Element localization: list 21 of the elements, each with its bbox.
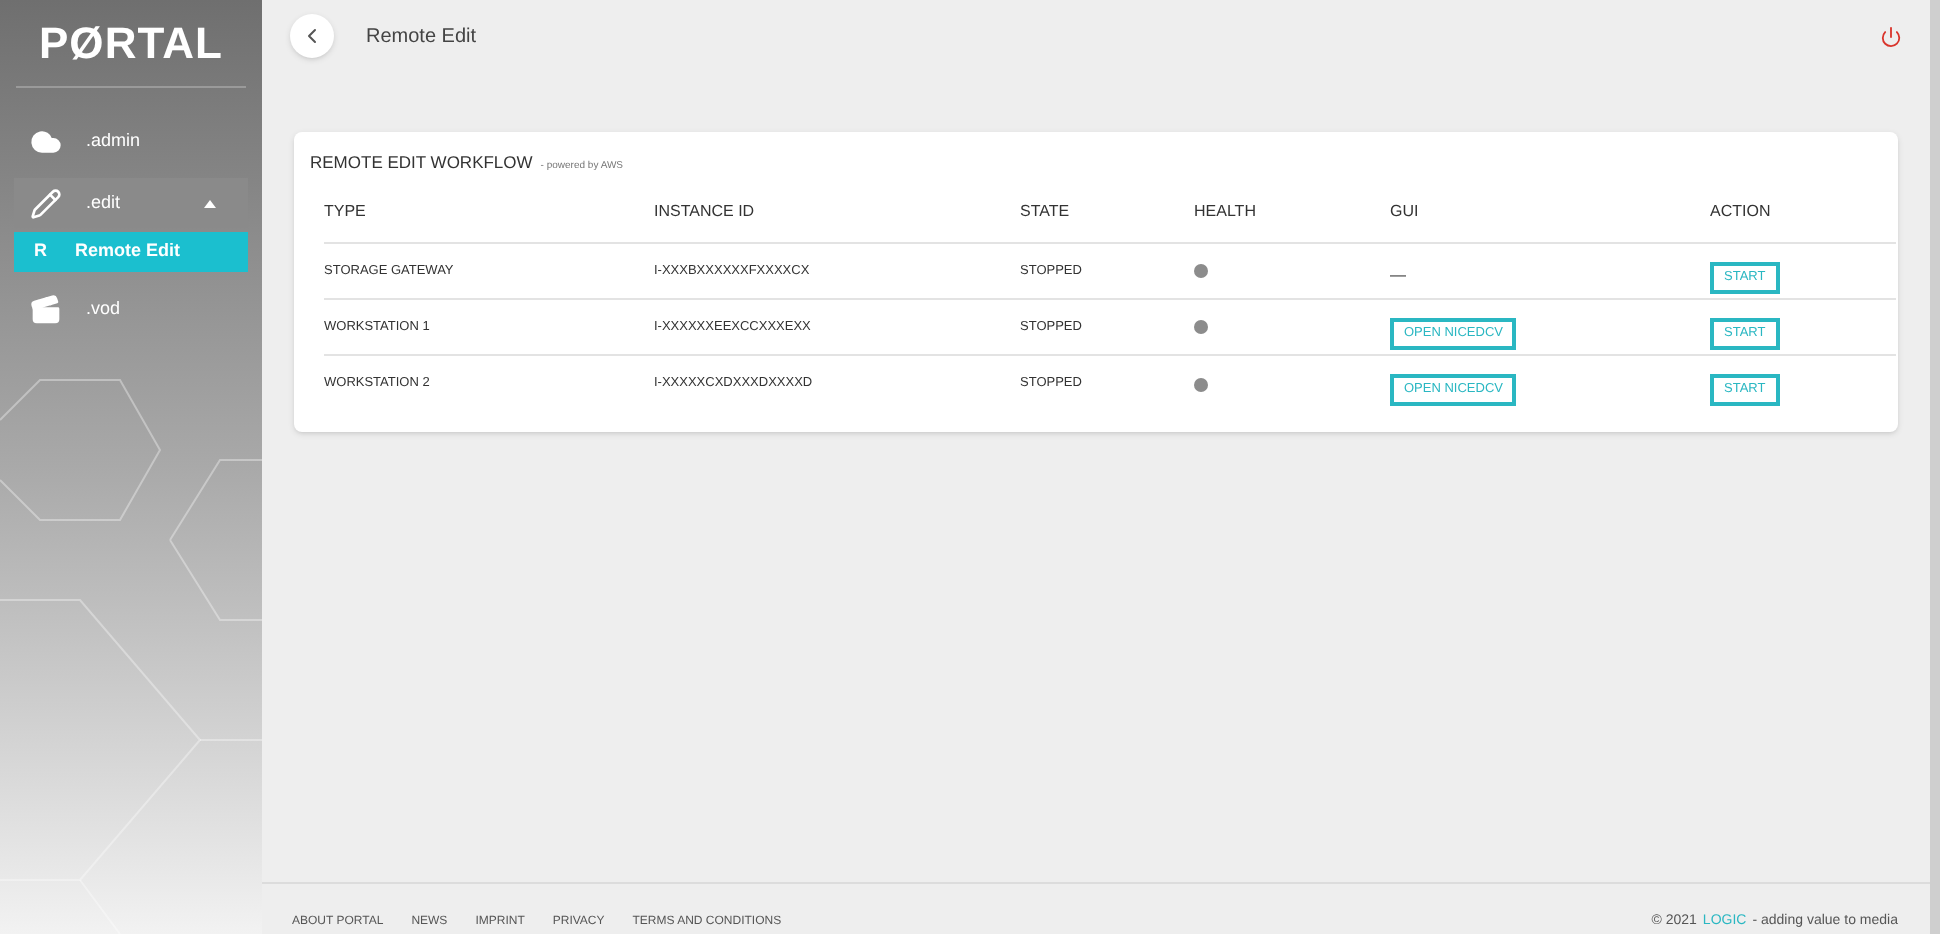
column-header: INSTANCE ID (654, 199, 1020, 244)
nav-item[interactable]: .vod (14, 284, 248, 334)
back-button[interactable] (290, 14, 334, 58)
nav-item[interactable]: .admin (14, 116, 248, 166)
cloud-icon (30, 125, 62, 157)
table-cell: — (1390, 265, 1406, 284)
clapperboard-icon (30, 293, 62, 325)
card-title: REMOTE EDIT WORKFLOW (310, 150, 533, 176)
column-header: HEALTH (1194, 199, 1390, 244)
item-label: Remote Edit (75, 238, 181, 265)
nav-subitem[interactable]: R Remote Edit (14, 232, 248, 272)
pencil-icon (30, 187, 62, 219)
column-header: ACTION (1710, 199, 1896, 244)
portal-logo: PØRTAL (38, 16, 224, 72)
column-header: STATE (1020, 199, 1194, 244)
column-header: TYPE (324, 199, 654, 244)
item-letter: R (34, 238, 47, 265)
column-header: GUI (1390, 199, 1710, 244)
page-title: Remote Edit (366, 23, 479, 51)
power-icon[interactable] (1880, 25, 1902, 47)
caret-up-icon (204, 199, 216, 207)
